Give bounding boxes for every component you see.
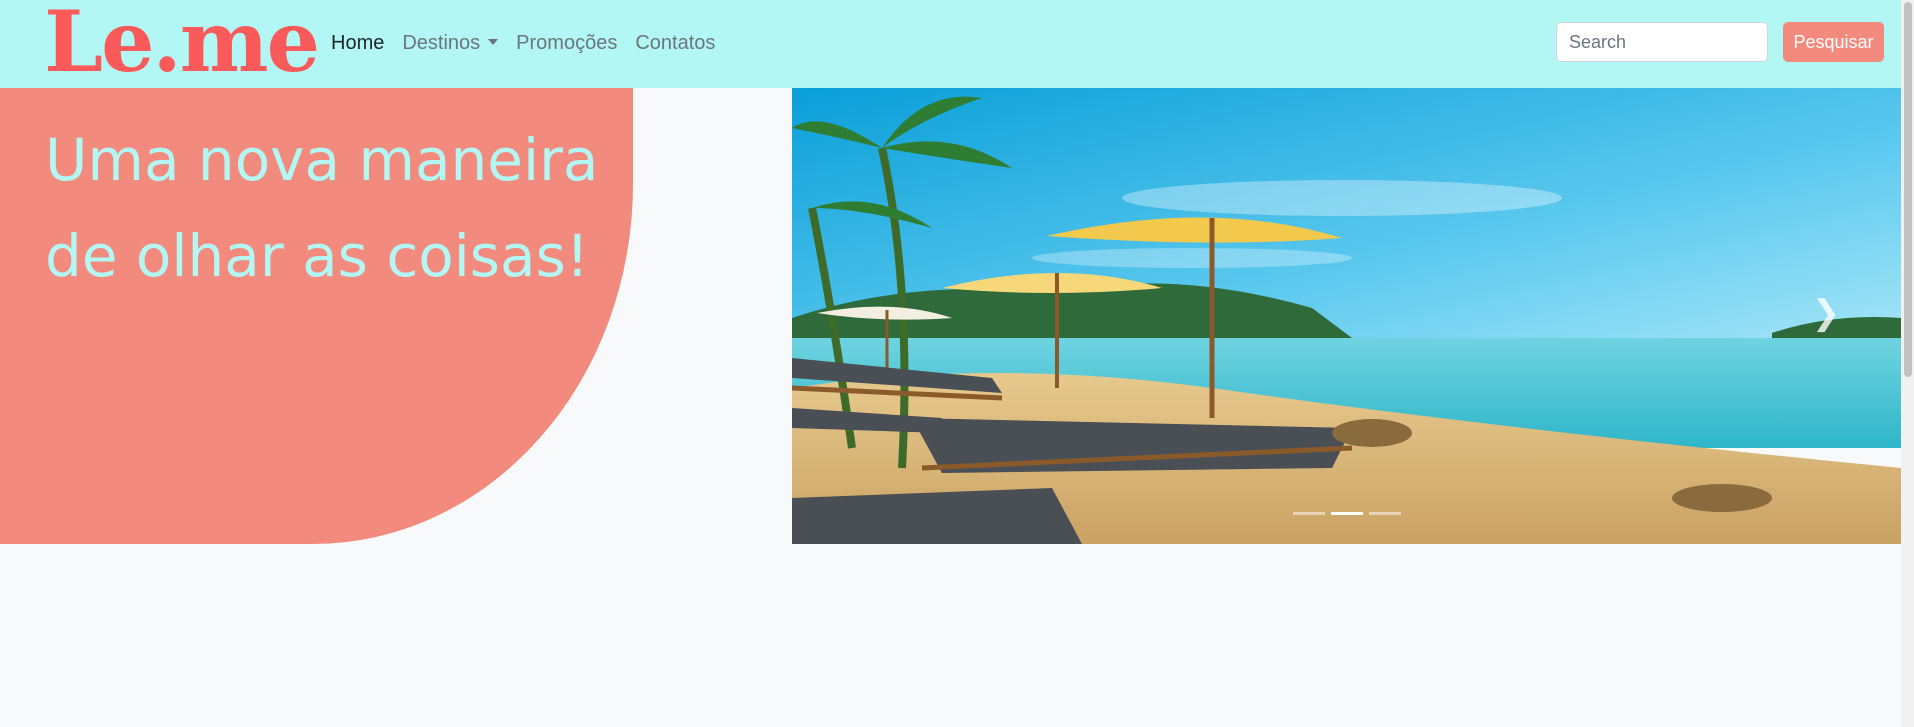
search-input[interactable] bbox=[1556, 22, 1768, 62]
beach-slide-image bbox=[792, 88, 1901, 544]
page-scrollbar[interactable] bbox=[1901, 0, 1914, 727]
search-button[interactable]: Pesquisar bbox=[1783, 22, 1884, 62]
nav-links: Home Destinos Promoções Contatos bbox=[331, 28, 724, 58]
brand-logo[interactable]: Le.me bbox=[44, 0, 320, 90]
caret-down-icon bbox=[488, 39, 499, 45]
carousel-indicator-3[interactable] bbox=[1368, 512, 1401, 515]
scrollbar-thumb[interactable] bbox=[1904, 2, 1912, 377]
hero-title-line2: de olhar as coisas! bbox=[45, 222, 590, 290]
nav-link-destinos[interactable]: Destinos bbox=[393, 28, 507, 58]
carousel-indicator-2[interactable] bbox=[1330, 512, 1363, 515]
carousel-indicator-1[interactable] bbox=[1292, 512, 1325, 515]
nav-link-destinos-label: Destinos bbox=[402, 32, 481, 54]
carousel: ❯ bbox=[792, 88, 1901, 544]
hero-title: Uma nova maneira de olhar as coisas! bbox=[45, 112, 605, 304]
nav-link-home[interactable]: Home bbox=[331, 28, 393, 58]
nav-link-promocoes[interactable]: Promoções bbox=[507, 28, 626, 58]
navbar: Le.me Home Destinos Promoções Contatos P… bbox=[0, 0, 1901, 90]
hero-title-line1: Uma nova maneira bbox=[45, 126, 599, 194]
nav-link-contatos[interactable]: Contatos bbox=[626, 28, 724, 58]
chevron-right-icon[interactable]: ❯ bbox=[1811, 293, 1841, 333]
carousel-indicators bbox=[792, 512, 1901, 515]
